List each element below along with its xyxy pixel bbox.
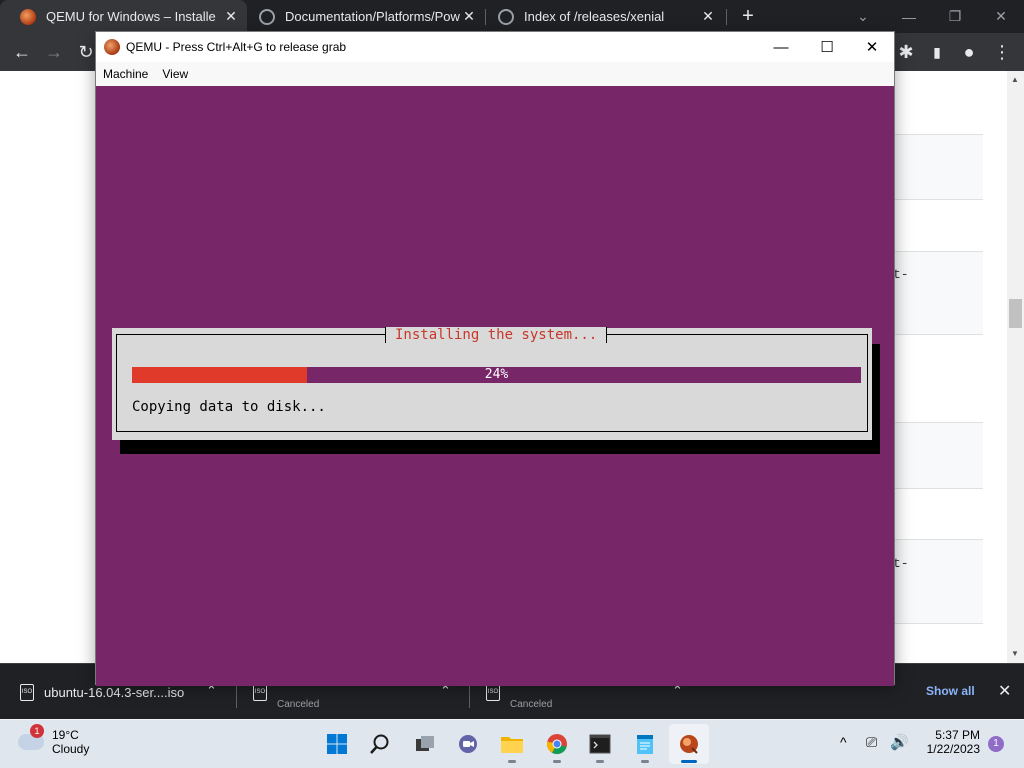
tab-title: Documentation/Platforms/Powe	[285, 9, 460, 24]
new-tab-button[interactable]: +	[737, 5, 759, 27]
page-scrollbar[interactable]: ▲ ▼	[1007, 71, 1024, 663]
close-icon[interactable]: ✕	[223, 8, 239, 25]
weather-widget[interactable]: 1 19°C Cloudy	[18, 724, 90, 756]
terminal-button[interactable]	[580, 724, 620, 764]
notepad-button[interactable]	[625, 724, 665, 764]
content-card	[893, 134, 983, 200]
clock[interactable]: 5:37 PM 1/22/2023	[916, 728, 980, 756]
close-icon[interactable]: ✕	[700, 8, 716, 25]
vm-display[interactable]: Installing the system... 24% Copying dat…	[96, 86, 894, 686]
running-indicator	[508, 760, 516, 763]
content-card	[893, 251, 983, 335]
page-text-fragment: t-	[893, 267, 909, 282]
tab-search-button[interactable]: ⌄	[840, 0, 886, 33]
iso-file-icon: ISO	[253, 683, 267, 701]
iso-file-icon: ISO	[486, 683, 500, 701]
notification-badge[interactable]: 1	[988, 736, 1004, 752]
scroll-up-icon[interactable]: ▲	[1011, 75, 1019, 84]
notepad-icon	[637, 735, 653, 754]
running-indicator	[681, 760, 697, 763]
tab-separator	[726, 9, 727, 25]
progress-percent: 24%	[484, 367, 509, 382]
qemu-window: QEMU - Press Ctrl+Alt+G to release grab …	[95, 31, 895, 686]
cloud-icon: 1	[18, 724, 44, 750]
file-explorer-icon	[501, 737, 523, 753]
back-button[interactable]: ←	[10, 40, 34, 64]
weather-condition: Cloudy	[52, 742, 90, 756]
extensions-icon[interactable]: ✱	[894, 40, 918, 64]
menu-machine[interactable]: Machine	[96, 67, 155, 81]
content-card	[893, 539, 983, 624]
iso-file-icon: ISO	[20, 683, 34, 701]
clock-date: 1/22/2023	[926, 742, 980, 756]
tab-documentation[interactable]: Documentation/Platforms/Powe ✕	[247, 0, 485, 33]
qemu-icon	[680, 735, 698, 754]
running-indicator	[553, 760, 561, 763]
chrome-icon	[546, 734, 567, 755]
scroll-down-icon[interactable]: ▼	[1011, 649, 1019, 658]
qemu-title-bar[interactable]: QEMU - Press Ctrl+Alt+G to release grab …	[96, 32, 894, 62]
close-downloads-icon[interactable]: ✕	[998, 681, 1011, 701]
terminal-icon	[589, 734, 611, 754]
browser-tab-strip: QEMU for Windows – Installers ( ✕ Docume…	[0, 0, 1024, 33]
content-card	[893, 422, 983, 489]
minimize-button[interactable]: —	[758, 32, 804, 62]
dialog-title: Installing the system...	[385, 327, 608, 343]
chrome-button[interactable]	[537, 724, 577, 764]
profile-icon[interactable]: ●	[957, 40, 981, 64]
teams-chat-icon	[459, 735, 477, 753]
show-all-link[interactable]: Show all	[926, 684, 975, 698]
running-indicator	[641, 760, 649, 763]
globe-icon	[259, 8, 275, 25]
chat-button[interactable]	[448, 724, 488, 764]
window-title: QEMU - Press Ctrl+Alt+G to release grab	[126, 40, 347, 54]
minimize-button[interactable]: —	[886, 0, 932, 33]
download-filename: ubuntu-16.04.3-ser....iso	[44, 684, 185, 700]
menu-icon[interactable]: ⋮	[990, 40, 1014, 64]
tab-index-releases[interactable]: Index of /releases/xenial ✕	[486, 0, 724, 33]
status-message: Copying data to disk...	[132, 399, 326, 415]
taskbar: 1 19°C Cloudy ^ ⎚ 🔊 5:37 PM 1/22/2023 1	[0, 720, 1024, 768]
forward-button[interactable]: →	[42, 40, 66, 64]
close-icon[interactable]: ✕	[461, 8, 477, 25]
running-indicator	[596, 760, 604, 763]
qemu-icon	[104, 39, 120, 55]
search-button[interactable]	[360, 724, 400, 764]
qemu-taskbar-button[interactable]	[669, 724, 709, 764]
close-window-button[interactable]: ✕	[978, 0, 1024, 33]
close-button[interactable]: ✕	[849, 32, 895, 62]
qemu-menubar: Machine View	[96, 62, 894, 86]
windows-start-icon	[327, 734, 347, 754]
clock-time: 5:37 PM	[935, 728, 980, 742]
maximize-button[interactable]: ☐	[804, 32, 850, 62]
page-text-fragment: t-	[893, 556, 909, 571]
progress-bar: 24%	[132, 367, 861, 383]
start-button[interactable]	[317, 724, 357, 764]
scrollbar-thumb[interactable]	[1009, 299, 1022, 328]
task-view-icon	[416, 736, 434, 751]
search-icon	[370, 734, 389, 754]
download-status: Canceled	[277, 699, 320, 710]
installer-dialog: Installing the system... 24% Copying dat…	[112, 327, 872, 440]
download-status: Canceled	[510, 699, 553, 710]
task-view-button[interactable]	[405, 724, 445, 764]
volume-icon[interactable]: 🔊	[890, 733, 909, 751]
tab-qemu-installers[interactable]: QEMU for Windows – Installers ( ✕	[0, 0, 247, 33]
tab-title: Index of /releases/xenial	[524, 9, 665, 24]
qemu-icon	[20, 8, 36, 25]
restore-button[interactable]: ❐	[932, 0, 978, 33]
show-hidden-icons-button[interactable]: ^	[840, 734, 847, 750]
menu-view[interactable]: View	[155, 67, 195, 81]
side-panel-icon[interactable]: ▮	[925, 40, 949, 64]
file-explorer-button[interactable]	[492, 724, 532, 764]
weather-temperature: 19°C	[52, 728, 79, 742]
globe-icon	[498, 8, 514, 25]
network-icon[interactable]: ⎚	[866, 734, 877, 751]
dialog-frame: Installing the system... 24% Copying dat…	[116, 327, 868, 432]
weather-badge: 1	[30, 724, 44, 738]
tab-title: QEMU for Windows – Installers (	[46, 9, 216, 24]
